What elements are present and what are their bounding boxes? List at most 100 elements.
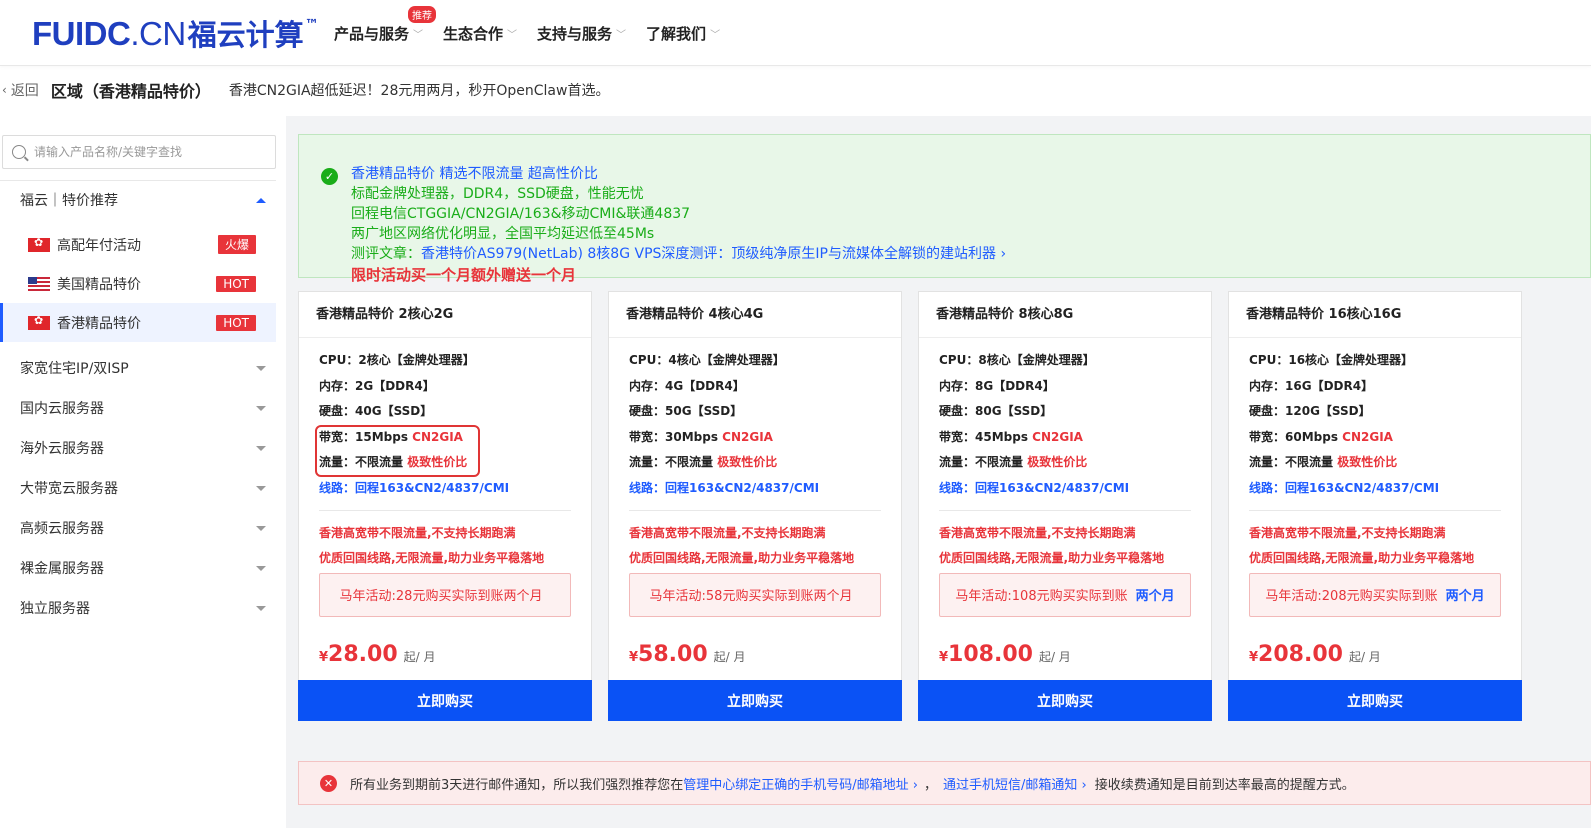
- price-currency: ¥: [939, 650, 949, 665]
- chevron-down-icon: ﹀: [616, 29, 627, 41]
- review-label: 测评文章：: [351, 246, 421, 262]
- sidebar-group-domestic-cloud[interactable]: 国内云服务器: [0, 388, 276, 428]
- promo-box-text: 马年活动:28元购买实际到账两个月: [339, 589, 543, 605]
- price-currency: ¥: [319, 650, 329, 665]
- alert-text: 所有业务到期前3天进行邮件通知，所以我们强烈推荐您在: [350, 777, 684, 793]
- spec-bandwidth: 带宽：30Mbps CN2GIA: [629, 425, 901, 451]
- sms-email-notify-link[interactable]: 通过手机短信/邮箱通知 ›: [943, 774, 1087, 793]
- spec-label: 线路：: [319, 480, 356, 495]
- highlight-annotation-box: [315, 425, 480, 477]
- sidebar-group-special-offers[interactable]: 福云｜特价推荐: [0, 180, 276, 220]
- promo-box: 马年活动:208元购买实际到账 两个月: [1249, 572, 1501, 617]
- spec-value: 45Mbps: [975, 429, 1033, 444]
- sidebar-group-high-bandwidth[interactable]: 大带宽云服务器: [0, 468, 276, 508]
- sidebar-item-annual-promo[interactable]: 高配年付活动 火爆: [0, 225, 276, 264]
- caret-down-icon: [256, 525, 266, 531]
- nav-products[interactable]: 产品与服务 ﹀ 推荐: [334, 5, 436, 44]
- sidebar-group-bare-metal[interactable]: 裸金属服务器: [0, 548, 276, 588]
- price-unit: 起/ 月: [1348, 650, 1381, 664]
- spec-route: 线路：回程163&CN2/4837/CMI: [629, 476, 901, 502]
- buy-now-button[interactable]: 立即购买: [1228, 680, 1522, 721]
- promo-box-text: 马年活动:108元购买实际到账: [955, 589, 1128, 605]
- renewal-alert: ✕ 所有业务到期前3天进行邮件通知，所以我们强烈推荐您在 管理中心绑定正确的手机…: [298, 761, 1591, 805]
- product-search: [2, 135, 276, 169]
- nav-ecosystem[interactable]: 生态合作 ﹀: [443, 23, 517, 44]
- price-value: 108.00: [948, 642, 1033, 667]
- price-row: ¥ 58.00 起/ 月: [629, 642, 746, 667]
- spec-label: CPU：: [629, 353, 669, 367]
- product-cards: 香港精品特价 2核心2G CPU：2核心【金牌处理器】 内存：2G【DDR4】 …: [298, 291, 1538, 721]
- site-logo[interactable]: FUIDC .CN 福云计算 ™: [32, 12, 319, 52]
- sidebar-group-label: 独立服务器: [20, 601, 90, 617]
- spec-value: 回程163&CN2/4837/CMI: [355, 480, 510, 495]
- back-button[interactable]: ‹ 返回: [2, 80, 39, 100]
- spec-disk: 硬盘：40G【SSD】: [319, 399, 591, 425]
- spec-label: 流量：: [1249, 455, 1286, 470]
- spec-disk: 硬盘：120G【SSD】: [1249, 399, 1521, 425]
- caret-down-icon: [256, 605, 266, 611]
- spec-value: 不限流量: [665, 455, 718, 470]
- search-input[interactable]: [34, 145, 254, 159]
- bind-contact-link[interactable]: 管理中心绑定正确的手机号码/邮箱地址 ›: [683, 774, 918, 793]
- spec-cpu: CPU：8核心【金牌处理器】: [939, 348, 1211, 374]
- caret-down-icon: [256, 405, 266, 411]
- price-unit: 起/ 月: [713, 650, 746, 664]
- promo-line: 优质回国线路,无限流量,助力业务平稳落地: [319, 550, 545, 565]
- promo-line: 香港高宽带不限流量,不支持长期跑满: [939, 525, 1136, 540]
- product-card: 香港精品特价 16核心16G CPU：16核心【金牌处理器】 内存：16G【DD…: [1228, 291, 1522, 721]
- sidebar-group-dedicated[interactable]: 独立服务器: [0, 588, 276, 628]
- review-article-link[interactable]: 香港特价AS979(NetLab) 8核8G VPS深度测评：顶级纯净原生IP与…: [421, 246, 1006, 262]
- top-header: FUIDC .CN 福云计算 ™ 产品与服务 ﹀ 推荐 生态合作 ﹀ 支持与服务…: [0, 0, 1591, 66]
- promo-line: 优质回国线路,无限流量,助力业务平稳落地: [629, 550, 855, 565]
- buy-now-button[interactable]: 立即购买: [298, 680, 592, 721]
- spec-value: 4核心【金牌处理器】: [668, 353, 785, 367]
- sidebar-group-residential-ip[interactable]: 家宽住宅IP/双ISP: [0, 348, 276, 388]
- price-unit: 起/ 月: [1038, 650, 1071, 664]
- price-value: 58.00: [638, 642, 708, 667]
- sidebar-group-label: 家宽住宅IP/双ISP: [20, 361, 129, 377]
- spec-value: 2G【DDR4】: [355, 378, 435, 393]
- notice-headline: 香港精品特价 精选不限流量 超高性价比: [351, 166, 598, 182]
- price-row: ¥ 28.00 起/ 月: [319, 642, 436, 667]
- buy-now-button[interactable]: 立即购买: [608, 680, 902, 721]
- sidebar-item-label: 高配年付活动: [57, 237, 141, 254]
- card-promo-text: 香港高宽带不限流量,不支持长期跑满 优质回国线路,无限流量,助力业务平稳落地: [1229, 511, 1521, 571]
- breadcrumb: ‹ 返回 区域（香港精品特价） 香港CN2GIA超低延迟！28元用两月，秒开Op…: [0, 74, 1591, 106]
- buy-now-button[interactable]: 立即购买: [918, 680, 1212, 721]
- check-circle-icon: ✓: [321, 168, 338, 185]
- spec-value: 40G【SSD】: [355, 404, 433, 419]
- sidebar-item-us-special[interactable]: 美国精品特价 HOT: [0, 264, 276, 303]
- spec-value: 80G【SSD】: [975, 404, 1053, 419]
- spec-cpu: CPU：2核心【金牌处理器】: [319, 348, 591, 374]
- spec-label: 线路：: [939, 480, 976, 495]
- sidebar: 福云｜特价推荐 高配年付活动 火爆 美国精品特价 HOT 香港精品特价 HOT …: [0, 118, 276, 828]
- sidebar-group-overseas-cloud[interactable]: 海外云服务器: [0, 428, 276, 468]
- spec-value: 50G【SSD】: [665, 404, 743, 419]
- promo-box: 马年活动:108元购买实际到账 两个月: [939, 572, 1191, 617]
- chevron-down-icon: ﹀: [507, 29, 518, 41]
- spec-bandwidth: 带宽：45Mbps CN2GIA: [939, 425, 1211, 451]
- spec-label: 内存：: [629, 378, 666, 393]
- promo-line: 优质回国线路,无限流量,助力业务平稳落地: [939, 550, 1165, 565]
- search-icon: [12, 145, 26, 159]
- spec-value: 120G【SSD】: [1285, 404, 1371, 419]
- alert-text: 接收续费通知是目前到达率最高的提醒方式。: [1094, 777, 1355, 793]
- nav-support[interactable]: 支持与服务 ﹀: [537, 23, 626, 44]
- spec-cpu: CPU：16核心【金牌处理器】: [1249, 348, 1521, 374]
- hot-badge: HOT: [216, 275, 256, 292]
- card-title: 香港精品特价 4核心4G: [609, 292, 901, 338]
- nav-about[interactable]: 了解我们 ﹀: [646, 23, 720, 44]
- spec-value: 16核心【金牌处理器】: [1288, 353, 1414, 367]
- sidebar-group-high-frequency[interactable]: 高频云服务器: [0, 508, 276, 548]
- logo-text-cn: 福云计算: [187, 18, 304, 52]
- logo-trademark: ™: [304, 17, 319, 33]
- chevron-down-icon: ﹀: [710, 29, 721, 41]
- card-title: 香港精品特价 8核心8G: [919, 292, 1211, 338]
- spec-label: 硬盘：: [629, 404, 666, 419]
- spec-label: 硬盘：: [1249, 404, 1286, 419]
- promo-box-text: 马年活动:208元购买实际到账: [1265, 589, 1438, 605]
- sidebar-item-label: 美国精品特价: [57, 276, 141, 293]
- sidebar-item-hk-special[interactable]: 香港精品特价 HOT: [0, 303, 276, 342]
- spec-highlight: CN2GIA: [1032, 429, 1083, 444]
- spec-value: 60Mbps: [1285, 429, 1343, 444]
